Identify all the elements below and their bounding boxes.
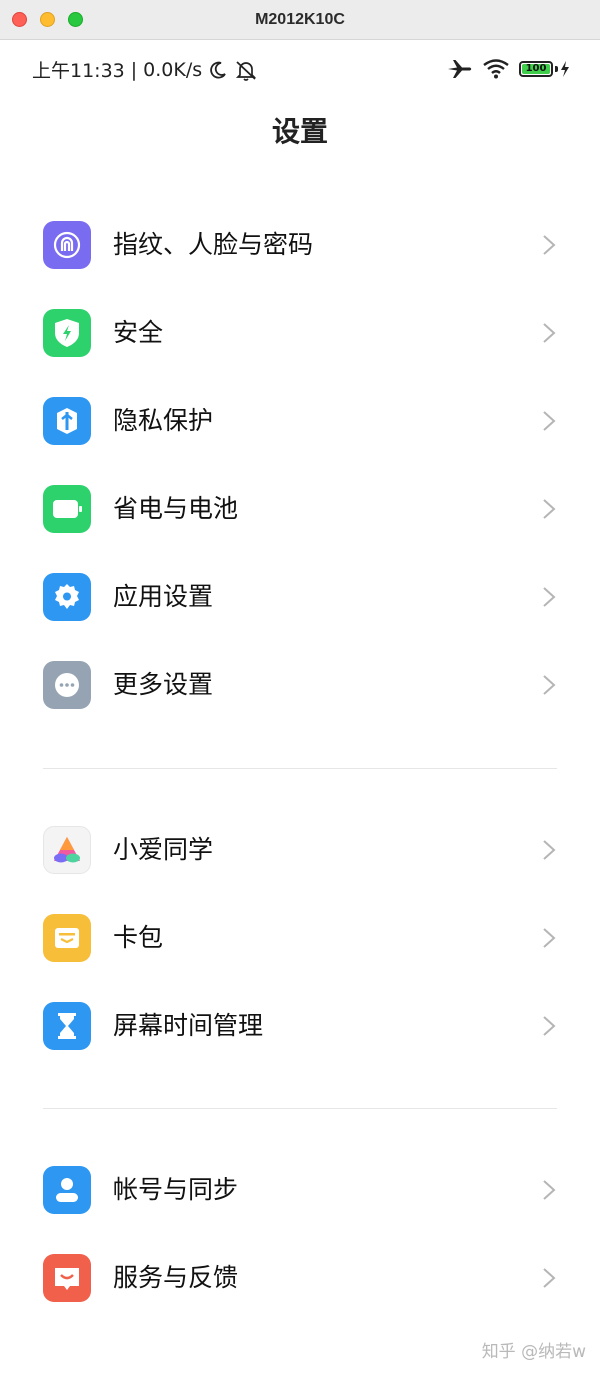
battery-indicator: 100 xyxy=(519,61,570,77)
chevron-right-icon xyxy=(543,840,556,860)
status-left: 上午11:33 | 0.0K/s xyxy=(32,56,258,83)
window-title: M2012K10C xyxy=(255,11,345,28)
settings-item-battery[interactable]: 省电与电池 xyxy=(0,465,600,553)
settings-item-screen-time[interactable]: 屏幕时间管理 xyxy=(0,982,600,1070)
status-right: 100 xyxy=(447,58,570,80)
moon-icon xyxy=(210,61,226,78)
xiaoai-icon xyxy=(43,826,91,874)
chevron-right-icon xyxy=(543,928,556,948)
service-feedback-icon xyxy=(43,1254,91,1302)
settings-item-label: 卡包 xyxy=(113,923,164,952)
charging-bolt-icon xyxy=(561,61,569,77)
chevron-right-icon xyxy=(543,411,556,431)
status-time: 上午11:33 xyxy=(32,60,125,82)
settings-group-services: 小爱同学 卡包 屏幕时间管理 xyxy=(0,806,600,1070)
settings-item-account-sync[interactable]: 帐号与同步 xyxy=(0,1146,600,1234)
settings-item-wallet[interactable]: 卡包 xyxy=(0,894,600,982)
chevron-right-icon xyxy=(543,1180,556,1200)
settings-item-fingerprint-face-password[interactable]: 指纹、人脸与密码 xyxy=(0,201,600,289)
section-divider xyxy=(43,1108,557,1109)
mute-bell-icon xyxy=(236,60,257,81)
settings-item-label: 帐号与同步 xyxy=(113,1175,239,1204)
settings-item-label: 更多设置 xyxy=(113,670,214,699)
settings-item-label: 小爱同学 xyxy=(113,835,214,864)
settings-item-label: 指纹、人脸与密码 xyxy=(113,230,314,259)
chevron-right-icon xyxy=(543,1016,556,1036)
settings-item-label: 安全 xyxy=(113,318,164,347)
account-icon xyxy=(43,1166,91,1214)
settings-item-more-settings[interactable]: 更多设置 xyxy=(0,641,600,729)
battery-level: 100 xyxy=(525,63,547,74)
window-titlebar: M2012K10C xyxy=(0,0,600,40)
privacy-icon xyxy=(43,397,91,445)
settings-item-security[interactable]: 安全 xyxy=(0,289,600,377)
wifi-icon xyxy=(483,59,509,79)
settings-group-account: 帐号与同步 服务与反馈 xyxy=(0,1146,600,1322)
page-title: 设置 xyxy=(271,115,328,148)
wallet-icon xyxy=(43,914,91,962)
status-bar: 上午11:33 | 0.0K/s 100 xyxy=(0,52,600,88)
more-dots-icon xyxy=(43,661,91,709)
chevron-right-icon xyxy=(543,675,556,695)
settings-item-app-settings[interactable]: 应用设置 xyxy=(0,553,600,641)
settings-item-label: 省电与电池 xyxy=(113,494,239,523)
chevron-right-icon xyxy=(543,1268,556,1288)
watermark: 知乎 @纳若w xyxy=(481,1342,586,1362)
fingerprint-icon xyxy=(43,221,91,269)
status-network-speed: 0.0K/s xyxy=(143,58,203,81)
settings-item-privacy[interactable]: 隐私保护 xyxy=(0,377,600,465)
settings-item-label: 屏幕时间管理 xyxy=(113,1011,264,1040)
gear-icon xyxy=(43,573,91,621)
settings-item-label: 隐私保护 xyxy=(113,406,214,435)
chevron-right-icon xyxy=(543,499,556,519)
airplane-mode-icon xyxy=(448,60,472,78)
section-divider xyxy=(43,768,557,769)
chevron-right-icon xyxy=(543,587,556,607)
settings-item-service-feedback[interactable]: 服务与反馈 xyxy=(0,1234,600,1322)
chevron-right-icon xyxy=(543,235,556,255)
settings-group-device: 指纹、人脸与密码 安全 隐私保护 省电与电池 应用设置 更多设置 xyxy=(0,201,600,729)
settings-item-label: 应用设置 xyxy=(113,582,214,611)
settings-item-label: 服务与反馈 xyxy=(113,1263,239,1292)
hourglass-icon xyxy=(43,1002,91,1050)
chevron-right-icon xyxy=(543,323,556,343)
shield-bolt-icon xyxy=(43,309,91,357)
status-separator: | xyxy=(130,58,138,81)
battery-icon xyxy=(43,485,91,533)
settings-item-xiaoai[interactable]: 小爱同学 xyxy=(0,806,600,894)
